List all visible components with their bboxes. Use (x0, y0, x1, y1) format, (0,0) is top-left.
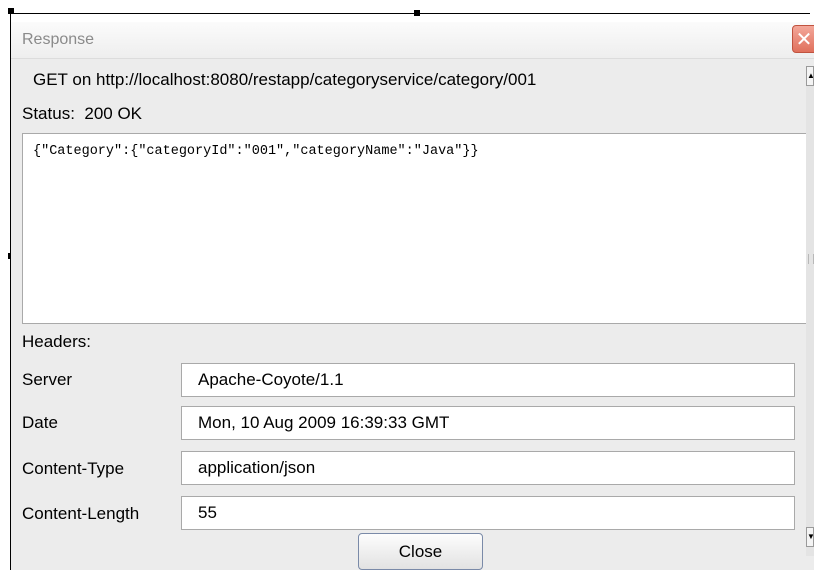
close-icon[interactable]: ✕ (792, 25, 814, 53)
headers-label: Headers: (22, 332, 91, 351)
resize-handle-top[interactable] (414, 10, 420, 16)
close-button[interactable]: Close (358, 533, 483, 570)
header-value-date[interactable]: Mon, 10 Aug 2009 16:39:33 GMT (181, 406, 795, 440)
vertical-scrollbar[interactable] (806, 66, 814, 556)
dialog-title: Response (22, 31, 95, 48)
status-line: Status: 200 OK (22, 104, 143, 123)
header-value-content-type[interactable]: application/json (181, 451, 795, 485)
response-body-textarea[interactable]: {"Category":{"categoryId":"001","categor… (22, 133, 808, 324)
header-value-content-length[interactable]: 55 (181, 496, 795, 530)
header-name-server: Server (22, 370, 73, 389)
header-name-content-length: Content-Length (22, 504, 140, 523)
resize-frame-top (10, 13, 810, 14)
scroll-up-icon[interactable]: ▲ (806, 66, 814, 86)
scroll-grip[interactable] (808, 254, 814, 264)
header-value-server[interactable]: Apache-Coyote/1.1 (181, 363, 795, 397)
header-name-date: Date (22, 413, 58, 432)
request-line: GET on http://localhost:8080/restapp/cat… (33, 70, 537, 89)
title-bar[interactable]: Response ✕ (11, 22, 814, 59)
scroll-down-icon[interactable]: ▼ (806, 527, 814, 547)
resize-handle-top-left[interactable] (8, 8, 14, 14)
header-name-content-type: Content-Type (22, 459, 125, 478)
response-dialog: Response ✕ GET on http://localhost:8080/… (11, 22, 814, 570)
